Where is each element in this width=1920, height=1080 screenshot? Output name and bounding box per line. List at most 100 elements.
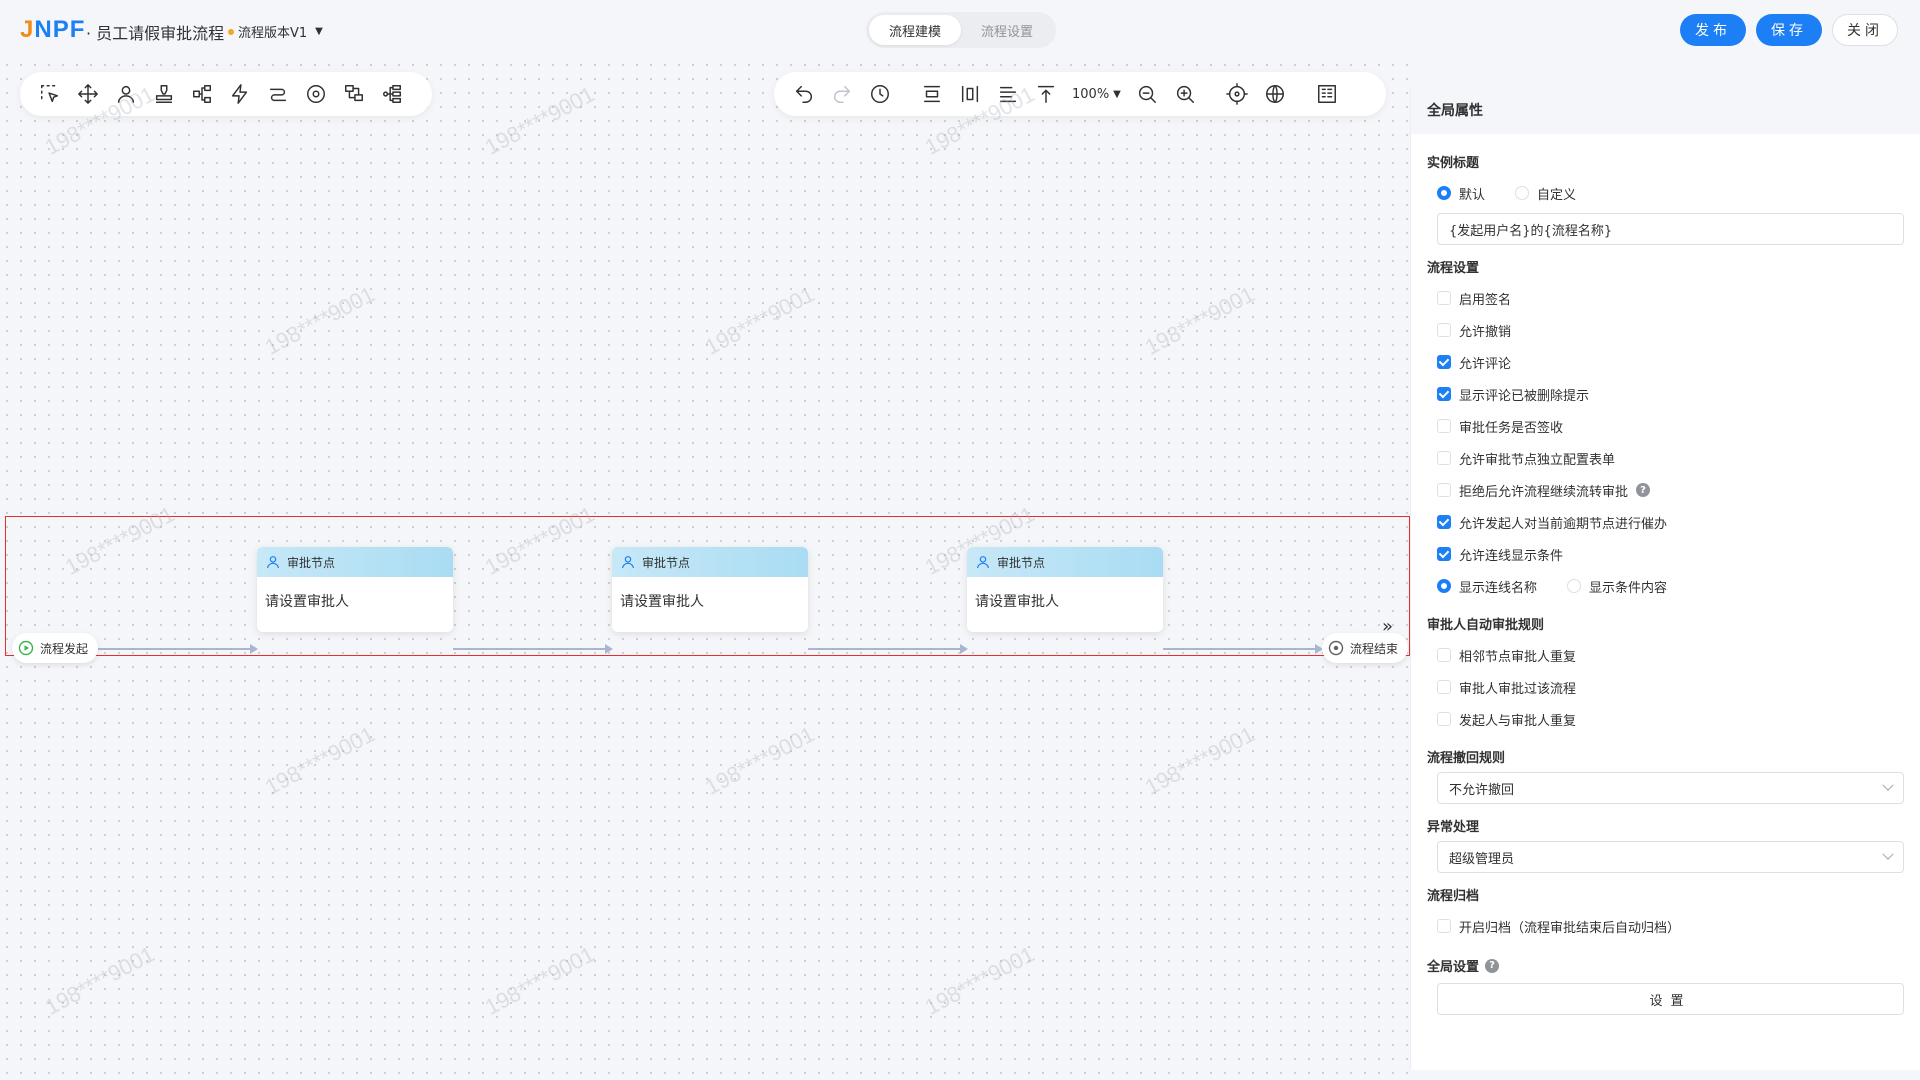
save-button[interactable]: 保存	[1756, 14, 1822, 46]
tab-flow-settings[interactable]: 流程设置	[961, 15, 1053, 45]
section-title: 流程归档	[1427, 889, 1480, 904]
version-dropdown[interactable]: 流程版本V1 ▼	[228, 22, 323, 41]
checkbox-row[interactable]: 审批任务是否签收	[1427, 410, 1904, 442]
end-node-label: 流程结束	[1350, 641, 1399, 656]
checkbox-row[interactable]: 允许评论	[1427, 346, 1904, 378]
select-icon[interactable]	[34, 78, 66, 110]
global-icon[interactable]	[1259, 78, 1291, 110]
watermark: 198****9001	[480, 81, 599, 160]
radio-show-condition-control[interactable]	[1567, 579, 1582, 593]
redo-icon[interactable]	[826, 78, 858, 110]
double-chevron-right-icon[interactable]: »	[1382, 616, 1393, 637]
history-icon[interactable]	[864, 78, 896, 110]
zoom-dropdown[interactable]: 100% ▼	[1072, 87, 1121, 102]
align-columns-icon[interactable]	[954, 78, 986, 110]
watermark: 198****9001	[260, 281, 379, 360]
radio-custom-control[interactable]	[1515, 186, 1530, 200]
radio-default[interactable]: 默认	[1437, 184, 1485, 203]
checkbox-label: 允许连线显示条件	[1459, 548, 1564, 564]
checkbox[interactable]	[1437, 355, 1451, 369]
checkbox[interactable]	[1437, 712, 1451, 726]
checkbox[interactable]	[1437, 515, 1451, 529]
checkbox[interactable]	[1437, 919, 1451, 933]
checkbox-row[interactable]: 审批人审批过该流程	[1427, 671, 1904, 703]
checkbox-row[interactable]: 发起人与审批人重复	[1427, 703, 1904, 735]
checkbox-label: 允许撤销	[1459, 324, 1512, 340]
minimap-icon[interactable]	[1311, 78, 1343, 110]
help-icon[interactable]: ?	[1485, 958, 1500, 973]
user-icon	[977, 556, 989, 569]
section-title: 异常处理	[1427, 820, 1480, 835]
caret-down-icon: ▼	[1113, 88, 1121, 100]
checkbox[interactable]	[1437, 648, 1451, 662]
flow-edge[interactable]	[453, 645, 613, 653]
checkbox[interactable]	[1437, 451, 1451, 465]
checkbox-row[interactable]: 开启归档（流程审批结束后自动归档）	[1427, 910, 1904, 942]
stamp-icon[interactable]	[148, 78, 180, 110]
checkbox-row[interactable]: 拒绝后允许流程继续流转审批?	[1427, 474, 1904, 506]
checkbox-row[interactable]: 相邻节点审批人重复	[1427, 639, 1904, 671]
approver-icon[interactable]	[110, 78, 142, 110]
checkbox[interactable]	[1437, 419, 1451, 433]
zoom-level: 100%	[1072, 86, 1110, 102]
start-node[interactable]: 流程发起	[12, 633, 99, 663]
section-title: 流程撤回规则	[1427, 751, 1506, 766]
checkbox[interactable]	[1437, 291, 1451, 305]
canvas-toolbar: 100% ▼	[774, 72, 1386, 116]
checkbox-label: 允许评论	[1459, 356, 1512, 372]
align-vertical-icon[interactable]	[916, 78, 948, 110]
locate-icon[interactable]	[1221, 78, 1253, 110]
checkbox-row[interactable]: 允许撤销	[1427, 314, 1904, 346]
route-icon[interactable]	[262, 78, 294, 110]
global-settings-button[interactable]: 设置	[1437, 983, 1904, 1015]
panel-title: 全局属性	[1411, 86, 1920, 134]
zoom-in-icon[interactable]	[1169, 78, 1201, 110]
watermark: 198****9001	[1140, 721, 1259, 800]
target-icon[interactable]	[300, 78, 332, 110]
flow-canvas[interactable]: 100% ▼ 流程发起 审批节点 请设置审批人 审批节点 请设置审批人 审批节点…	[0, 58, 1410, 1080]
parallel-icon[interactable]	[376, 78, 408, 110]
trigger-icon[interactable]	[224, 78, 256, 110]
subflow-icon[interactable]	[338, 78, 370, 110]
checkbox-label: 允许审批节点独立配置表单	[1459, 452, 1616, 468]
zoom-out-icon[interactable]	[1131, 78, 1163, 110]
flow-edge[interactable]	[1163, 645, 1323, 653]
branch-icon[interactable]	[186, 78, 218, 110]
instance-title-input[interactable]: {发起用户名}的{流程名称}	[1437, 213, 1904, 245]
move-icon[interactable]	[72, 78, 104, 110]
global-settings-title: 全局设置 ?	[1427, 956, 1904, 975]
radio-default-control[interactable]	[1437, 186, 1451, 200]
checkbox[interactable]	[1437, 387, 1451, 401]
radio-show-condition[interactable]: 显示条件内容	[1567, 577, 1667, 596]
watermark: 198****9001	[700, 281, 819, 360]
checkbox-row[interactable]: 显示评论已被删除提示	[1427, 378, 1904, 410]
checkbox-row[interactable]: 允许连线显示条件	[1427, 538, 1904, 570]
publish-button[interactable]: 发布	[1680, 14, 1746, 46]
radio-custom[interactable]: 自定义	[1515, 184, 1576, 203]
flow-edge[interactable]	[808, 645, 968, 653]
checkbox[interactable]	[1437, 680, 1451, 694]
radio-show-line-name-control[interactable]	[1437, 579, 1451, 593]
flow-edge[interactable]	[98, 645, 258, 653]
revoke-rule-select[interactable]: 不允许撤回	[1437, 772, 1904, 804]
approval-node[interactable]: 审批节点 请设置审批人	[967, 547, 1163, 632]
checkbox[interactable]	[1437, 483, 1451, 497]
checkbox-label: 审批人审批过该流程	[1459, 681, 1577, 697]
help-icon[interactable]: ?	[1636, 483, 1651, 497]
checkbox-row[interactable]: 启用签名	[1427, 282, 1904, 314]
align-top-icon[interactable]	[1030, 78, 1062, 110]
close-button[interactable]: 关闭	[1832, 14, 1898, 46]
approval-node[interactable]: 审批节点 请设置审批人	[612, 547, 808, 632]
checkbox-row[interactable]: 允许发起人对当前逾期节点进行催办	[1427, 506, 1904, 538]
undo-icon[interactable]	[788, 78, 820, 110]
end-node[interactable]: 流程结束	[1322, 633, 1409, 663]
checkbox[interactable]	[1437, 323, 1451, 337]
tab-flow-modeling[interactable]: 流程建模	[869, 15, 961, 45]
approval-node[interactable]: 审批节点 请设置审批人	[257, 547, 453, 632]
radio-show-line-name[interactable]: 显示连线名称	[1437, 577, 1537, 596]
node-toolbar	[20, 72, 432, 116]
checkbox-row[interactable]: 允许审批节点独立配置表单	[1427, 442, 1904, 474]
exception-handler-select[interactable]: 超级管理员	[1437, 841, 1904, 873]
checkbox[interactable]	[1437, 547, 1451, 561]
align-left-icon[interactable]	[992, 78, 1024, 110]
